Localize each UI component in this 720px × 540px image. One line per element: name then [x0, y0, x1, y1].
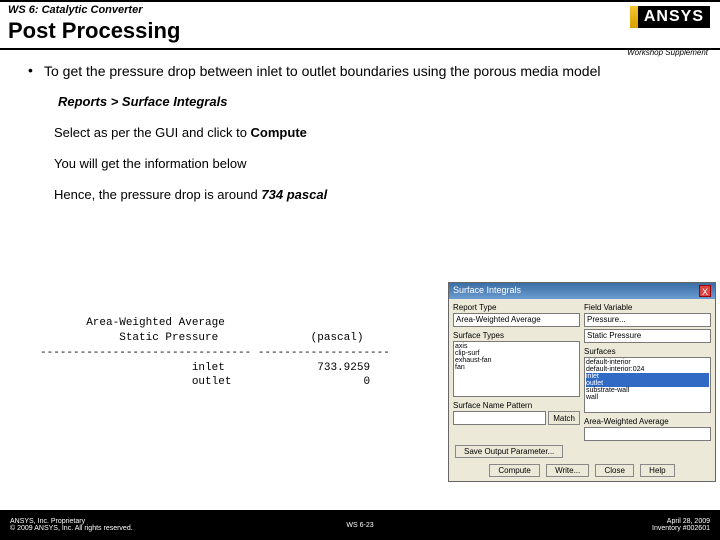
report-type-select[interactable]: Area-Weighted Average — [453, 313, 580, 327]
save-output-button[interactable]: Save Output Parameter... — [455, 445, 563, 458]
surfaces-label: Surfaces — [584, 347, 711, 356]
footer-center: WS 6-23 — [346, 522, 373, 529]
instruction-result: Hence, the pressure drop is around 734 p… — [54, 187, 700, 202]
name-pattern-label: Surface Name Pattern — [453, 401, 580, 410]
field-variable-select[interactable]: Pressure... — [584, 313, 711, 327]
instruction-info: You will get the information below — [54, 156, 700, 171]
match-button[interactable]: Match — [548, 411, 580, 425]
footer: ANSYS, Inc. Proprietary © 2009 ANSYS, In… — [0, 510, 720, 540]
result-output — [584, 427, 711, 441]
menu-path: Reports > Surface Integrals — [58, 94, 700, 109]
bullet-text: To get the pressure drop between inlet t… — [44, 62, 700, 80]
surfaces-list[interactable]: default-interior default-interior:024 in… — [584, 357, 711, 413]
ansys-logo: ANSYS — [630, 6, 710, 28]
footer-right: April 28, 2009 Inventory #002601 — [652, 518, 710, 532]
close-icon[interactable]: X — [699, 285, 711, 297]
ws-title: WS 6: Catalytic Converter — [8, 4, 712, 16]
report-type-label: Report Type — [453, 303, 580, 312]
instruction-select: Select as per the GUI and click to Compu… — [54, 125, 700, 140]
result-label: Area-Weighted Average — [584, 417, 711, 426]
page-title: Post Processing — [8, 18, 712, 44]
dialog-titlebar: Surface Integrals X — [449, 283, 715, 299]
name-pattern-input[interactable] — [453, 411, 546, 425]
bullet-marker: • — [28, 62, 44, 80]
compute-button[interactable]: Compute — [489, 464, 539, 477]
surface-types-list[interactable]: axis clip-surf exhaust-fan fan — [453, 341, 580, 397]
field-variable-label: Field Variable — [584, 303, 711, 312]
dialog-title-text: Surface Integrals — [453, 285, 521, 297]
footer-left: ANSYS, Inc. Proprietary © 2009 ANSYS, In… — [10, 518, 133, 532]
field-sub-select[interactable]: Static Pressure — [584, 329, 711, 343]
close-button[interactable]: Close — [595, 464, 633, 477]
supplement-label: Workshop Supplement — [627, 48, 708, 57]
surface-integrals-dialog: Surface Integrals X Report Type Area-Wei… — [448, 282, 716, 482]
write-button[interactable]: Write... — [546, 464, 589, 477]
help-button[interactable]: Help — [640, 464, 674, 477]
surface-types-label: Surface Types — [453, 331, 580, 340]
console-output: Area-Weighted Average Static Pressure (p… — [40, 316, 380, 390]
